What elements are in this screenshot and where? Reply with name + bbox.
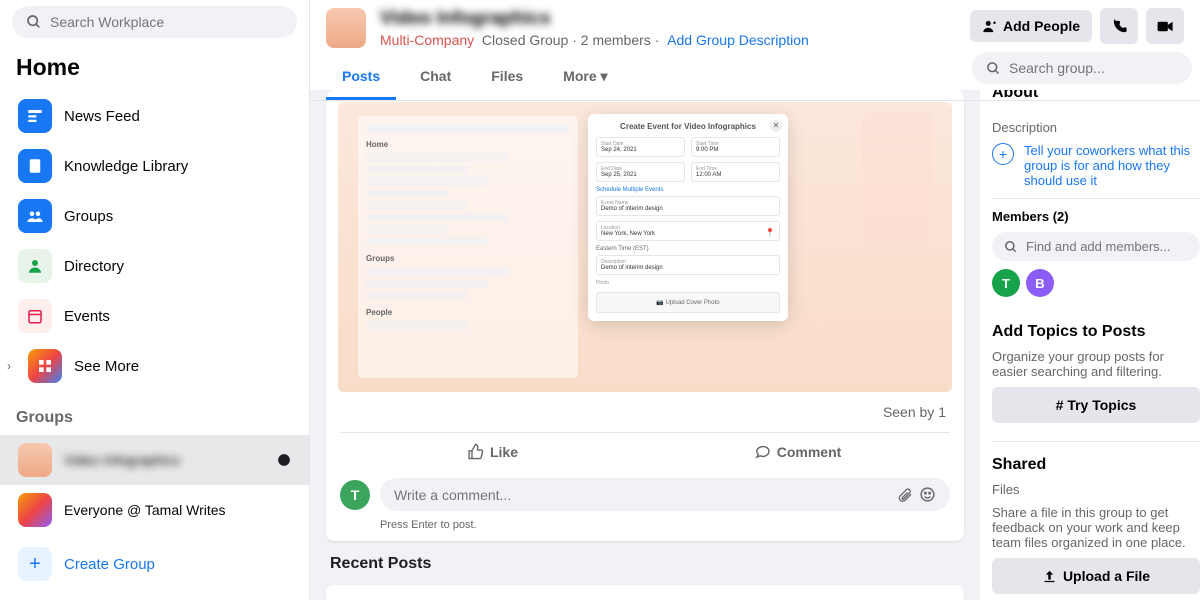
sidebar-group-video-infographics[interactable]: Video Infographics — [0, 435, 309, 485]
nav-label: Groups — [64, 208, 113, 225]
workplace-search-input[interactable] — [50, 14, 283, 30]
seen-by[interactable]: Seen by 1 — [326, 392, 964, 432]
search-group-input[interactable] — [1009, 60, 1178, 76]
grid-icon — [37, 358, 53, 374]
recent-posts-heading: Recent Posts — [330, 555, 960, 573]
comment-button[interactable]: Comment — [645, 433, 950, 470]
post-image[interactable]: Home Groups People ✕ Create Event for Vi… — [338, 102, 952, 392]
left-sidebar: Home News Feed Knowledge Library Groups … — [0, 0, 310, 600]
topics-heading: Add Topics to Posts — [992, 323, 1200, 341]
create-group-button[interactable]: + Create Group — [8, 539, 301, 589]
add-description-cta[interactable]: + Tell your coworkers what this group is… — [992, 143, 1200, 188]
like-icon — [467, 443, 484, 460]
comment-input[interactable] — [394, 487, 891, 503]
enter-hint: Press Enter to post. — [326, 519, 964, 541]
phone-mockup — [862, 112, 932, 242]
description-label: Description — [992, 120, 1200, 135]
files-label: Files — [992, 482, 1200, 497]
groups-section-title: Groups — [16, 409, 293, 427]
tab-chat[interactable]: Chat — [404, 56, 467, 100]
tab-posts[interactable]: Posts — [326, 56, 396, 100]
create-group-label: Create Group — [64, 556, 155, 573]
directory-icon — [26, 257, 44, 275]
group-label: Everyone @ Tamal Writes — [64, 502, 226, 518]
group-meta: Multi-Company Closed Group · 2 members ·… — [380, 32, 956, 48]
plus-icon: + — [992, 143, 1014, 165]
attach-icon[interactable] — [897, 487, 913, 503]
nav-label: See More — [74, 358, 139, 375]
comment-input-wrap[interactable] — [380, 478, 950, 511]
post-card: Home Groups People ✕ Create Event for Vi… — [326, 90, 964, 541]
post-card — [326, 585, 964, 600]
globe-icon — [277, 453, 291, 467]
workplace-search[interactable] — [12, 6, 297, 38]
nav-label: Events — [64, 308, 110, 325]
member-search[interactable] — [992, 232, 1200, 261]
search-icon — [986, 61, 1001, 76]
upload-icon — [1042, 569, 1057, 584]
search-icon — [1004, 240, 1018, 254]
add-description-link[interactable]: Add Group Description — [667, 32, 809, 48]
search-group[interactable] — [972, 52, 1192, 84]
multi-company-badge: Multi-Company — [380, 32, 474, 48]
topics-sub: Organize your group posts for easier sea… — [992, 349, 1200, 379]
call-button[interactable] — [1100, 8, 1138, 44]
group-name: Video Infographics — [380, 8, 956, 30]
group-avatar-large — [326, 8, 366, 48]
tab-files[interactable]: Files — [475, 56, 539, 100]
group-header: Video Infographics Multi-Company Closed … — [310, 0, 1200, 90]
screenshot-mini-ui: Home Groups People — [358, 116, 578, 378]
chevron-right-icon[interactable]: › — [0, 359, 18, 373]
chevron-down-icon: ▾ — [601, 68, 608, 84]
group-label: Video Infographics — [64, 452, 180, 468]
phone-icon — [1111, 18, 1128, 35]
member-avatar[interactable]: B — [1026, 269, 1054, 297]
member-search-input[interactable] — [1026, 239, 1188, 254]
nav-knowledge-library[interactable]: Knowledge Library — [8, 141, 301, 191]
nav-directory[interactable]: Directory — [8, 241, 301, 291]
try-topics-button[interactable]: # Try Topics — [992, 387, 1200, 423]
like-button[interactable]: Like — [340, 433, 645, 470]
nav-label: Knowledge Library — [64, 158, 188, 175]
groups-icon — [26, 207, 44, 225]
nav-groups[interactable]: Groups — [8, 191, 301, 241]
create-event-modal: ✕ Create Event for Video Infographics St… — [588, 114, 788, 321]
close-icon: ✕ — [770, 120, 782, 132]
right-sidebar: About Description + Tell your coworkers … — [980, 90, 1200, 600]
main-feed: Home Groups People ✕ Create Event for Vi… — [310, 90, 980, 600]
shared-heading: Shared — [992, 456, 1200, 474]
video-call-button[interactable] — [1146, 8, 1184, 44]
nav-see-more[interactable]: See More — [18, 341, 301, 391]
members-label: Members (2) — [992, 209, 1200, 224]
add-people-button[interactable]: Add People — [970, 10, 1092, 42]
video-icon — [1156, 17, 1175, 36]
upload-file-button[interactable]: Upload a File — [992, 558, 1200, 594]
emoji-icon[interactable] — [919, 486, 936, 503]
nav-label: News Feed — [64, 108, 140, 125]
files-sub: Share a file in this group to get feedba… — [992, 505, 1200, 550]
tab-more[interactable]: More ▾ — [547, 56, 623, 100]
nav-label: Directory — [64, 258, 124, 275]
user-avatar[interactable]: T — [340, 480, 370, 510]
nav-news-feed[interactable]: News Feed — [8, 91, 301, 141]
calendar-icon — [26, 307, 44, 325]
member-avatar[interactable]: T — [992, 269, 1020, 297]
plus-icon: + — [18, 547, 52, 581]
home-heading: Home — [16, 54, 293, 81]
search-icon — [26, 14, 42, 30]
sidebar-group-everyone[interactable]: Everyone @ Tamal Writes — [8, 485, 301, 535]
comment-icon — [754, 443, 771, 460]
group-avatar-icon — [18, 443, 52, 477]
nav-events[interactable]: Events — [8, 291, 301, 341]
group-avatar-icon — [18, 493, 52, 527]
add-person-icon — [982, 19, 997, 34]
news-feed-icon — [26, 107, 44, 125]
book-icon — [26, 157, 44, 175]
